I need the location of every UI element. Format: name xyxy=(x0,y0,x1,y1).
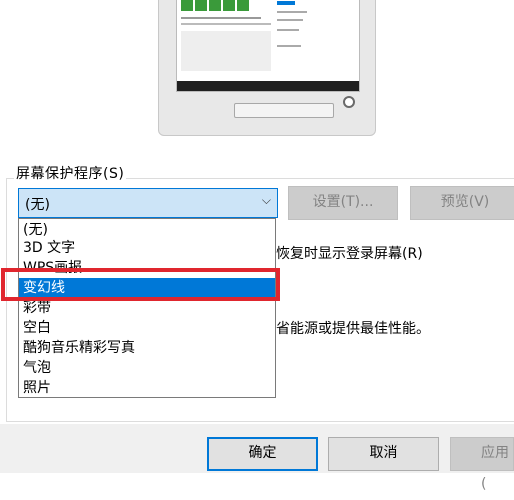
chevron-down-icon: ⌵ xyxy=(261,193,271,207)
screensaver-selected-value: (无) xyxy=(25,197,50,213)
dropdown-option-none[interactable]: (无) xyxy=(19,220,275,240)
monitor-screen-preview xyxy=(176,0,360,92)
preview-line xyxy=(277,45,301,47)
screensaver-select[interactable]: (无) ⌵ xyxy=(18,188,278,218)
preview-line xyxy=(277,11,307,13)
preview-tile xyxy=(237,0,249,11)
settings-button[interactable]: 设置(T)... xyxy=(288,186,398,220)
power-settings-text: 省能源或提供最佳性能。 xyxy=(276,321,430,337)
power-icon xyxy=(343,96,355,108)
preview-tile xyxy=(181,0,193,11)
dropdown-option-bubbles[interactable]: 气泡 xyxy=(19,358,275,378)
ok-button[interactable]: 确定 xyxy=(207,437,318,471)
preview-panel xyxy=(181,31,271,71)
highlight-callout xyxy=(1,268,280,301)
monitor-foot-slot xyxy=(234,103,334,118)
dropdown-option-kugou[interactable]: 酷狗音乐精彩写真 xyxy=(19,338,275,358)
apply-button[interactable]: 应用( xyxy=(450,437,514,492)
dropdown-option-blank[interactable]: 空白 xyxy=(19,318,275,338)
preview-tile xyxy=(223,0,235,11)
preview-line xyxy=(181,23,271,25)
preview-button[interactable]: 预览(V) xyxy=(410,186,514,220)
preview-toggle xyxy=(277,1,295,5)
cancel-button[interactable]: 取消 xyxy=(328,437,439,471)
preview-line xyxy=(277,19,303,21)
screensaver-dropdown-list: (无) 3D 文字 WPS画报 变幻线 彩带 空白 酷狗音乐精彩写真 气泡 照片 xyxy=(18,218,276,398)
dropdown-option-3d-text[interactable]: 3D 文字 xyxy=(19,238,275,258)
screensaver-group-label: 屏幕保护程序(S) xyxy=(14,163,127,183)
preview-taskbar xyxy=(177,81,359,91)
preview-tile xyxy=(209,0,221,11)
resume-logon-text: 恢复时显示登录屏幕(R) xyxy=(276,246,423,262)
dropdown-option-photos[interactable]: 照片 xyxy=(19,378,275,398)
preview-tile xyxy=(195,0,207,11)
preview-line xyxy=(181,17,261,19)
dropdown-option-ribbons[interactable]: 彩带 xyxy=(19,298,275,318)
preview-line xyxy=(277,29,299,31)
